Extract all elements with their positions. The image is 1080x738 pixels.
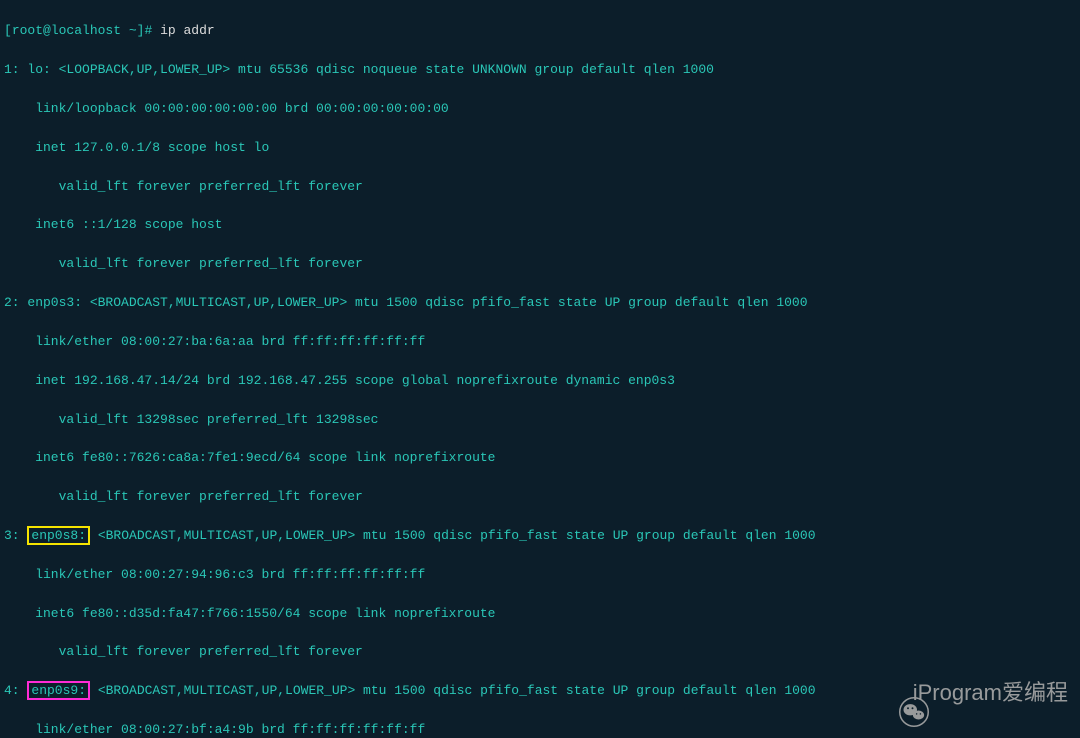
output-line: inet 127.0.0.1/8 scope host lo [4, 138, 1076, 157]
output-line: link/loopback 00:00:00:00:00:00 brd 00:0… [4, 99, 1076, 118]
output-line: inet6 ::1/128 scope host [4, 215, 1076, 234]
line: [root@localhost ~]# ip addr [4, 21, 1076, 40]
output-line: link/ether 08:00:27:94:96:c3 brd ff:ff:f… [4, 565, 1076, 584]
output-line: valid_lft forever preferred_lft forever [4, 487, 1076, 506]
output-line: inet6 fe80::d35d:fa47:f766:1550/64 scope… [4, 604, 1076, 623]
output-line: link/ether 08:00:27:ba:6a:aa brd ff:ff:f… [4, 332, 1076, 351]
output-line: 3: enp0s8: <BROADCAST,MULTICAST,UP,LOWER… [4, 526, 1076, 545]
output-line: inet6 fe80::7626:ca8a:7fe1:9ecd/64 scope… [4, 448, 1076, 467]
output-line: 2: enp0s3: <BROADCAST,MULTICAST,UP,LOWER… [4, 293, 1076, 312]
output-line: valid_lft forever preferred_lft forever [4, 177, 1076, 196]
output-line: valid_lft 13298sec preferred_lft 13298se… [4, 410, 1076, 429]
watermark-text: iProgram爱编程 [913, 683, 1068, 702]
output-line: 1: lo: <LOOPBACK,UP,LOWER_UP> mtu 65536 … [4, 60, 1076, 79]
terminal[interactable]: [root@localhost ~]# ip addr 1: lo: <LOOP… [0, 0, 1080, 738]
output-line: valid_lft forever preferred_lft forever [4, 254, 1076, 273]
watermark: iProgram爱编程 [875, 678, 1068, 708]
output-line: inet 192.168.47.14/24 brd 192.168.47.255… [4, 371, 1076, 390]
wechat-icon [875, 678, 905, 708]
highlight-enp0s8: enp0s8: [27, 526, 90, 545]
output-line: valid_lft forever preferred_lft forever [4, 642, 1076, 661]
highlight-enp0s9: enp0s9: [27, 681, 90, 700]
command: ip addr [160, 23, 215, 38]
